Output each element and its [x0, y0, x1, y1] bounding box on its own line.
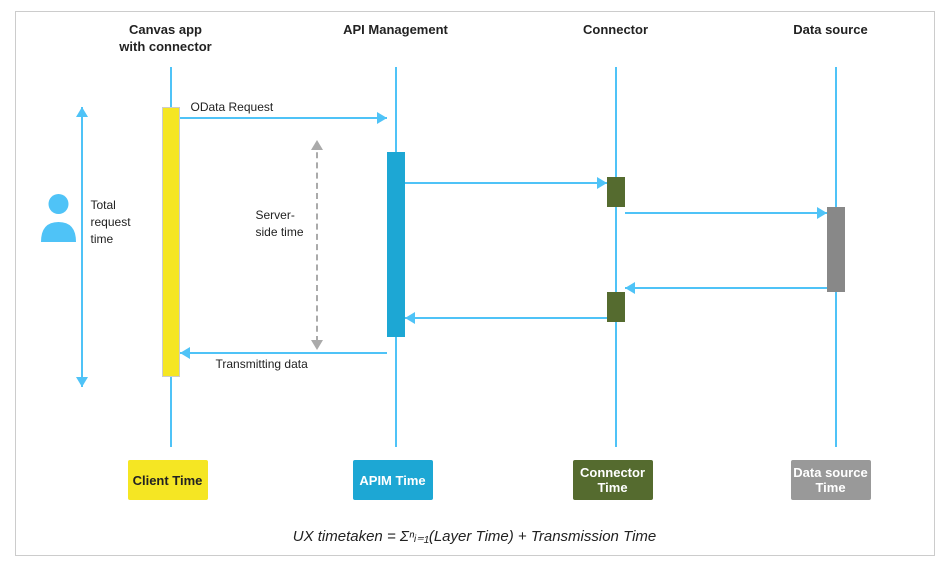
server-side-arrow-up: [311, 140, 323, 150]
col-header-apim: API Management: [336, 22, 456, 39]
activation-canvas: [162, 107, 180, 377]
total-request-arrow: [81, 107, 83, 387]
time-box-datasource: Data sourceTime: [791, 460, 871, 500]
server-side-arrow-down: [311, 340, 323, 350]
formula: UX timetaken = Σⁿᵢ₌₁(Layer Time) + Trans…: [16, 527, 934, 545]
label-transmitting-data: Transmitting data: [216, 357, 308, 371]
arrow-apim-to-connector: [405, 182, 607, 184]
activation-apim: [387, 152, 405, 337]
time-box-connector: ConnectorTime: [573, 460, 653, 500]
person-icon: [36, 192, 81, 256]
arrow-datasource-to-connector: [625, 287, 827, 289]
label-server-side-time: Server-side time: [256, 207, 304, 241]
arrow-odata-request: [180, 117, 387, 119]
time-box-apim: APIM Time: [353, 460, 433, 500]
col-header-connector: Connector: [571, 22, 661, 39]
activation-datasource: [827, 207, 845, 292]
activation-connector-bottom: [607, 292, 625, 322]
arrow-connector-to-datasource: [625, 212, 827, 214]
activation-connector-top: [607, 177, 625, 207]
total-request-label: Totalrequesttime: [91, 197, 131, 247]
lifeline-connector: [615, 67, 617, 447]
diagram-container: Canvas appwith connector API Management …: [15, 11, 935, 556]
arrow-apim-to-canvas: [180, 352, 387, 354]
label-odata-request: OData Request: [191, 100, 274, 114]
server-side-arrow-line: [316, 142, 318, 342]
time-box-client: Client Time: [128, 460, 208, 500]
col-header-canvas: Canvas appwith connector: [116, 22, 216, 56]
col-header-datasource: Data source: [786, 22, 876, 39]
arrow-connector-to-apim: [405, 317, 607, 319]
